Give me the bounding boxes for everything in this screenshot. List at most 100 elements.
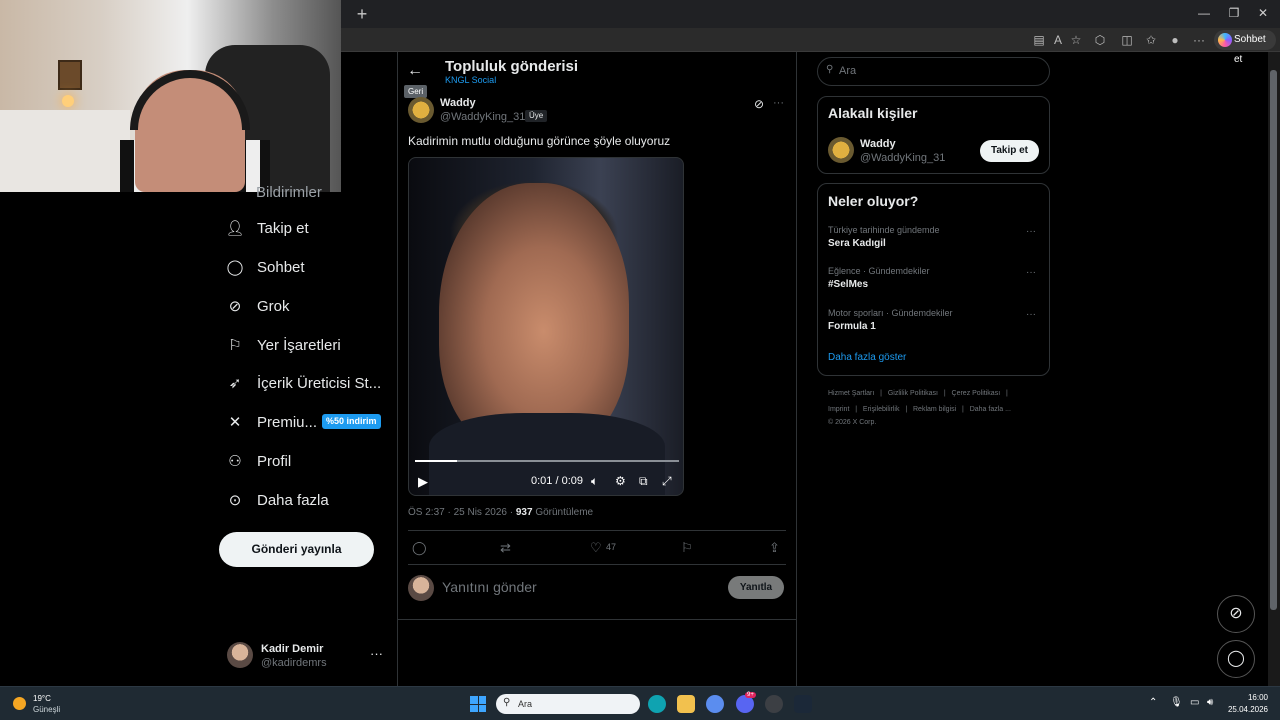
- reply-icon[interactable]: ◯: [412, 540, 427, 556]
- extensions-icon[interactable]: ⬡: [1092, 32, 1108, 48]
- footer-link[interactable]: Çerez Politikası: [952, 390, 1001, 397]
- sidebar-item[interactable]: ⚇ Profil: [226, 447, 291, 475]
- clock-date[interactable]: 25.04.2026: [1226, 705, 1268, 714]
- sidebar-item-label: Yer İşaretleri: [257, 336, 341, 354]
- author-avatar[interactable]: [408, 97, 434, 123]
- follow-button[interactable]: Takip et: [980, 140, 1039, 162]
- search-input[interactable]: Ara: [817, 57, 1050, 86]
- taskbar-search[interactable]: Ara: [496, 694, 640, 714]
- post-button[interactable]: Gönderi yayınla: [219, 532, 374, 567]
- author-name[interactable]: Waddy: [440, 97, 476, 109]
- volume-icon[interactable]: 🔈︎: [591, 474, 598, 489]
- immersive-reader-icon[interactable]: ▤: [1031, 32, 1047, 48]
- weather-sun-icon[interactable]: [13, 697, 26, 710]
- read-aloud-icon[interactable]: A: [1050, 32, 1066, 48]
- back-arrow-icon[interactable]: ←: [405, 61, 425, 81]
- start-button[interactable]: [470, 696, 486, 712]
- back-tooltip: Geri: [404, 85, 428, 98]
- sidebar-item-label: Premiu...: [257, 413, 318, 431]
- restore-button[interactable]: ❐: [1224, 4, 1244, 22]
- post-timestamp[interactable]: ÖS 2:37 · 25 Nis 2026 ·: [408, 507, 513, 518]
- trend-more-icon[interactable]: ···: [1026, 309, 1036, 320]
- trend-category: Motor sporları · Gündemdekiler: [828, 308, 953, 318]
- trend-name[interactable]: #SelMes: [828, 279, 868, 290]
- fullscreen-icon[interactable]: ⤢: [662, 474, 672, 489]
- steam-icon[interactable]: [794, 695, 812, 713]
- windows-taskbar: [0, 686, 1280, 720]
- more-circle-icon: ⊙: [228, 492, 242, 509]
- copilot-button[interactable]: Sohbet et: [1214, 30, 1276, 65]
- tray-chevron-icon[interactable]: ⌃: [1149, 697, 1157, 708]
- volume-icon[interactable]: 🔊︎: [1207, 697, 1213, 708]
- community-link[interactable]: KNGL Social: [445, 75, 496, 85]
- webcam-lamp: [62, 95, 74, 107]
- app-icon[interactable]: [765, 695, 783, 713]
- reply-input[interactable]: Yanıtını gönder: [442, 579, 537, 595]
- author-handle[interactable]: @WaddyKing_31 ·: [440, 111, 532, 123]
- like-heart-icon[interactable]: ♡: [590, 540, 602, 556]
- footer-separator: |: [880, 390, 882, 397]
- footer-link[interactable]: Reklam bilgisi: [913, 406, 956, 413]
- sidebar-item[interactable]: ⚐ Yer İşaretleri: [226, 331, 341, 359]
- new-tab-button[interactable]: +: [352, 4, 372, 24]
- account-handle[interactable]: @kadirdemrs: [261, 657, 327, 669]
- favorites-icon[interactable]: ✩: [1143, 32, 1159, 48]
- reply-submit-button[interactable]: Yanıtla: [728, 576, 784, 599]
- weather-temperature[interactable]: 19°C: [33, 694, 51, 703]
- relevant-user-name[interactable]: Waddy: [860, 138, 896, 150]
- settings-gear-icon[interactable]: ⚙: [615, 474, 626, 488]
- video-progress-fill: [415, 460, 458, 462]
- network-icon[interactable]: ▭: [1190, 697, 1199, 708]
- bookmark-icon[interactable]: ⚐: [681, 540, 693, 556]
- footer-link[interactable]: Erişilebilirlik: [863, 406, 900, 413]
- show-more-link[interactable]: Daha fazla göster: [828, 352, 906, 363]
- sidebar-item-notifications-partial[interactable]: Bildirimler: [256, 184, 322, 201]
- post-video[interactable]: ▶ 0:01 / 0:09 🔈︎ ⚙ ⧉ ⤢: [408, 157, 684, 496]
- app-icon[interactable]: [706, 695, 724, 713]
- account-name[interactable]: Kadir Demir: [261, 643, 323, 655]
- pip-icon[interactable]: ⧉: [639, 474, 648, 489]
- scrollbar-thumb[interactable]: [1270, 70, 1277, 610]
- sidebar-item[interactable]: ◯ Sohbet: [226, 253, 305, 281]
- relevant-user-avatar[interactable]: [828, 137, 854, 163]
- trends-title: Neler oluyor?: [828, 193, 919, 209]
- trend-more-icon[interactable]: ···: [1026, 226, 1036, 237]
- microphone-icon[interactable]: 🎙︎: [1170, 697, 1183, 708]
- grok-fab-icon[interactable]: ⊘: [1217, 595, 1255, 633]
- footer-link[interactable]: Hizmet Şartları: [828, 390, 874, 397]
- rocket-icon: ➶: [228, 375, 242, 392]
- sidebar-item[interactable]: ⊙ Daha fazla: [226, 486, 329, 514]
- browser-menu-icon[interactable]: ···: [1191, 32, 1207, 48]
- sidebar-item[interactable]: 👤︎ Takip et: [225, 214, 308, 242]
- edge-icon[interactable]: [648, 695, 666, 713]
- trend-name[interactable]: Formula 1: [828, 321, 876, 332]
- minimize-button[interactable]: —: [1194, 4, 1214, 22]
- messages-fab-icon[interactable]: ◯: [1217, 640, 1255, 678]
- profile-avatar-icon[interactable]: ●: [1167, 32, 1183, 48]
- share-icon[interactable]: ⇪: [769, 540, 780, 556]
- favorite-star-icon[interactable]: ☆: [1068, 32, 1084, 48]
- close-window-button[interactable]: ✕: [1253, 4, 1273, 22]
- grok-icon[interactable]: ⊘: [754, 97, 764, 111]
- sidebar-item[interactable]: ✕ Premiu...: [226, 408, 317, 436]
- account-more-icon[interactable]: ···: [370, 646, 383, 661]
- copilot-icon: [1218, 33, 1232, 47]
- footer-link[interactable]: Daha fazla ...: [970, 406, 1011, 413]
- weather-description[interactable]: Güneşli: [33, 705, 60, 714]
- sidebar-item[interactable]: ⊘ Grok: [226, 292, 290, 320]
- relevant-people-title: Alakalı kişiler: [828, 105, 918, 121]
- footer-link[interactable]: Imprint: [828, 406, 849, 413]
- clock-time[interactable]: 16:00: [1246, 693, 1268, 702]
- trend-more-icon[interactable]: ···: [1026, 267, 1036, 278]
- footer-link[interactable]: Gizlilik Politikası: [888, 390, 938, 397]
- repost-icon[interactable]: ⇄: [500, 540, 511, 556]
- account-avatar[interactable]: [227, 642, 253, 668]
- footer-separator: |: [855, 406, 858, 413]
- relevant-user-handle[interactable]: @WaddyKing_31: [860, 152, 945, 164]
- post-more-icon[interactable]: ···: [773, 97, 784, 109]
- sidebar-item[interactable]: ➶ İçerik Üreticisi St...: [226, 369, 381, 397]
- split-screen-icon[interactable]: ◫: [1119, 32, 1135, 48]
- file-explorer-icon[interactable]: [677, 695, 695, 713]
- play-icon[interactable]: ▶: [418, 474, 428, 490]
- trend-name[interactable]: Sera Kadıgil: [828, 238, 886, 249]
